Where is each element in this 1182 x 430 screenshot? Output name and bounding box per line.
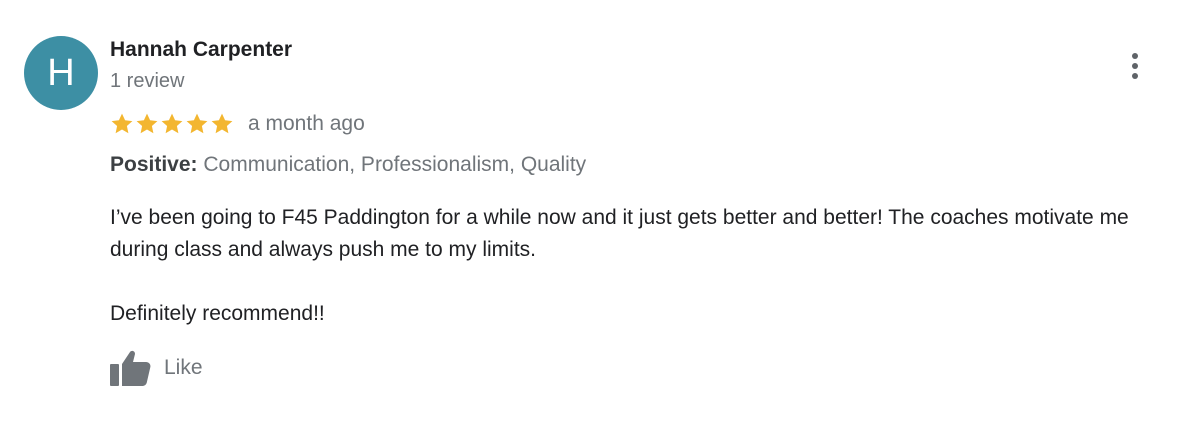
review-attributes: Positive: Communication, Professionalism… bbox=[110, 151, 586, 179]
like-button[interactable]: Like bbox=[108, 348, 203, 388]
rating-row: a month ago bbox=[110, 110, 365, 138]
reviewer-name[interactable]: Hannah Carpenter bbox=[110, 37, 292, 63]
reviewer-review-count: 1 review bbox=[110, 70, 185, 92]
review-time: a month ago bbox=[248, 112, 365, 135]
avatar-letter: H bbox=[47, 52, 75, 94]
star-icon bbox=[185, 112, 209, 136]
star-rating bbox=[110, 112, 234, 136]
review-text: I’ve been going to F45 Paddington for a … bbox=[110, 202, 1150, 330]
star-icon bbox=[110, 112, 134, 136]
review-paragraph: Definitely recommend!! bbox=[110, 302, 325, 325]
attributes-label: Positive: bbox=[110, 153, 198, 176]
review-paragraph: I’ve been going to F45 Paddington for a … bbox=[110, 206, 1129, 261]
star-icon bbox=[160, 112, 184, 136]
review-card: H Hannah Carpenter 1 review a month ago … bbox=[0, 0, 1182, 430]
more-options-button[interactable] bbox=[1122, 52, 1148, 80]
attributes-values: Communication, Professionalism, Quality bbox=[203, 153, 587, 176]
thumbs-up-icon bbox=[110, 350, 151, 386]
star-icon bbox=[135, 112, 159, 136]
like-label: Like bbox=[164, 356, 203, 379]
avatar[interactable]: H bbox=[24, 36, 98, 110]
star-icon bbox=[210, 112, 234, 136]
more-vertical-icon bbox=[1132, 53, 1138, 79]
